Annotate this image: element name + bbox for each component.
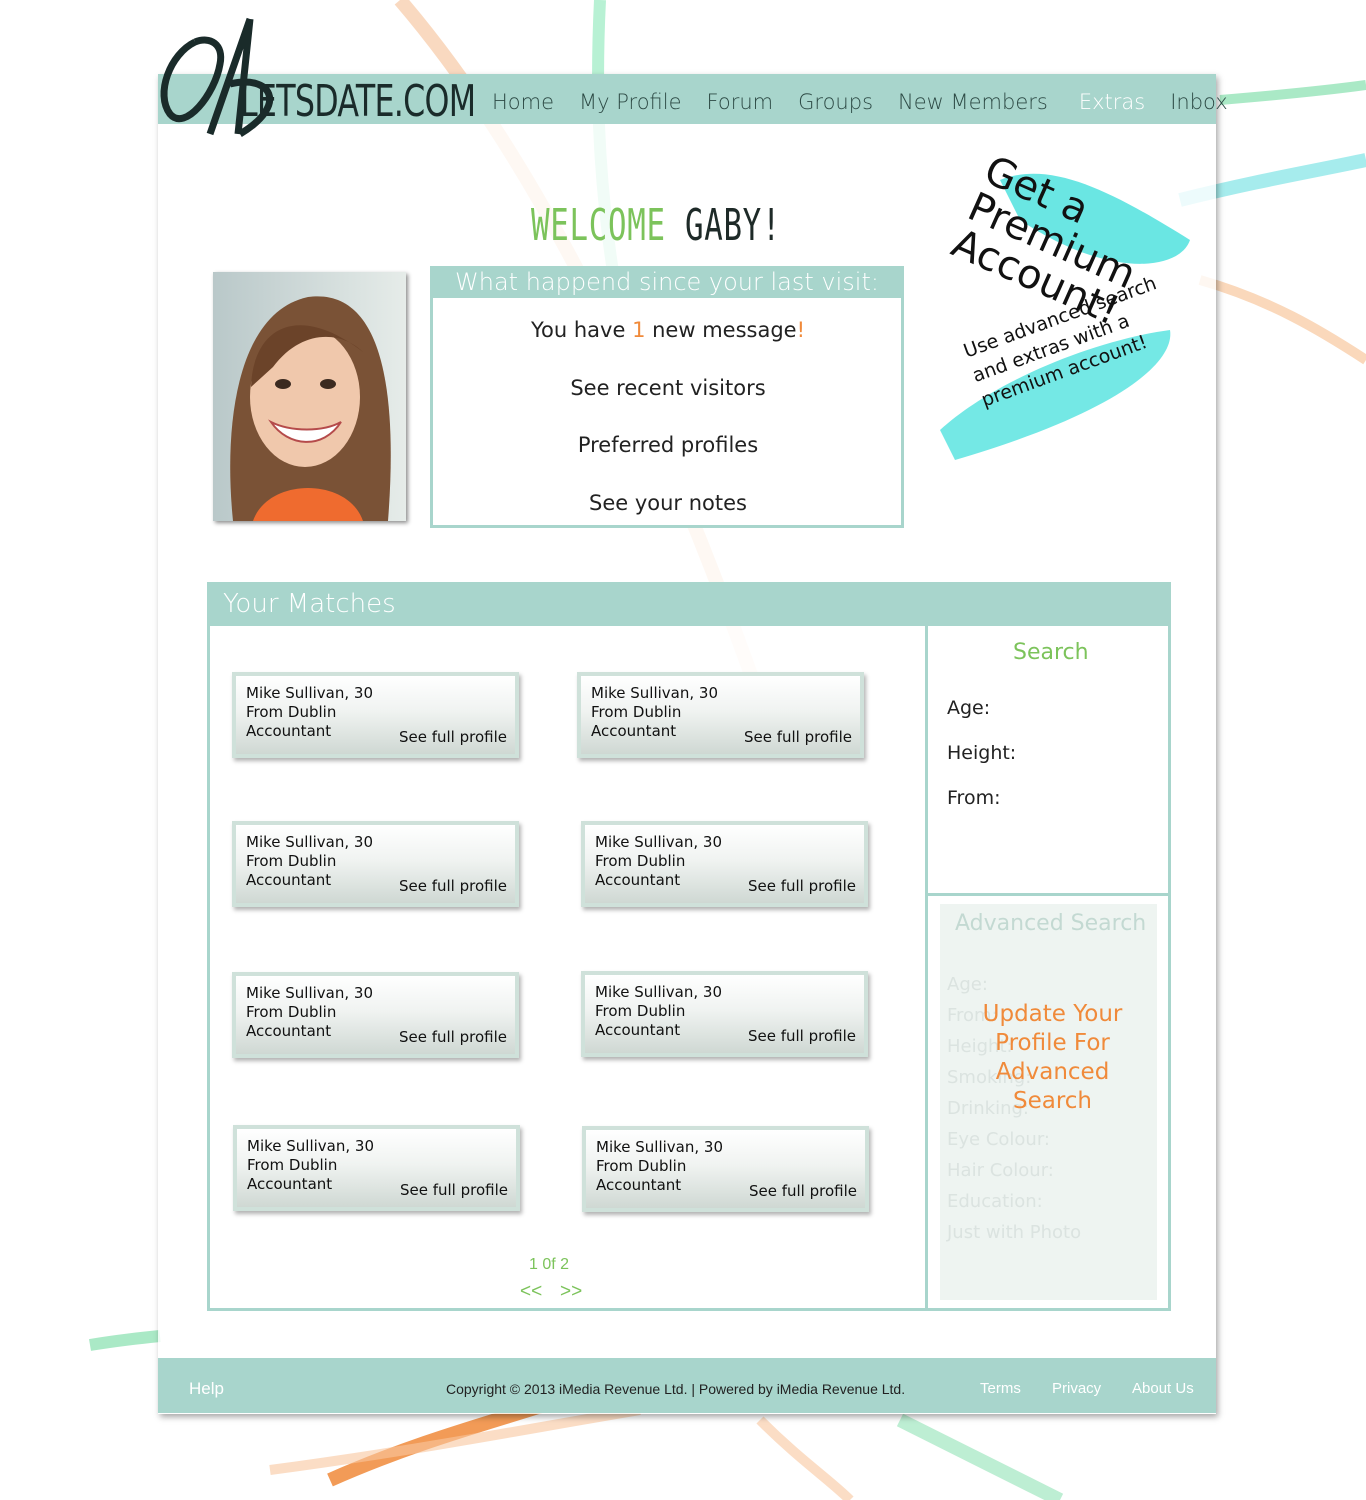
match-card[interactable]: Mike Sullivan, 30 From Dublin Accountant… [233,1125,520,1211]
footer-help-link[interactable]: Help [189,1379,224,1399]
adv-hair-colour-field: Hair Colour: [947,1160,1054,1181]
recent-visitors-link[interactable]: See recent visitors [432,376,904,400]
match-name: Mike Sullivan, 30 [246,684,373,702]
adv-age-field: Age: [947,974,988,995]
match-location: From Dublin [596,1157,687,1175]
site-logo-text[interactable]: LETSDATE.COM [240,76,476,127]
match-location: From Dublin [246,1003,337,1021]
see-full-profile-link[interactable]: See full profile [748,877,856,895]
match-name: Mike Sullivan, 30 [247,1137,374,1155]
match-card[interactable]: Mike Sullivan, 30 From Dublin Accountant… [581,821,868,907]
match-location: From Dublin [595,1002,686,1020]
matches-title: Your Matches [223,589,396,619]
adv-just-with-photo-field: Just with Photo [947,1222,1082,1243]
adv-education-field: Education: [947,1191,1043,1212]
match-card[interactable]: Mike Sullivan, 30 From Dublin Accountant… [582,1126,869,1212]
nav-extras[interactable]: Extras [1079,90,1145,114]
matches-search-divider [925,626,928,1311]
match-card[interactable]: Mike Sullivan, 30 From Dublin Accountant… [577,672,864,758]
nav-new-members[interactable]: New Members [898,90,1048,114]
see-full-profile-link[interactable]: See full profile [399,728,507,746]
nav-home[interactable]: Home [492,90,554,114]
your-notes-link[interactable]: See your notes [432,491,904,515]
see-full-profile-link[interactable]: See full profile [399,877,507,895]
welcome-greeting: WELCOME [531,200,666,251]
search-advanced-divider [928,893,1171,896]
search-title: Search [1013,640,1089,665]
update-profile-cta[interactable]: Update Your Profile For Advanced Search [970,1000,1135,1116]
nav-inbox[interactable]: Inbox [1170,90,1227,114]
nav-groups[interactable]: Groups [798,90,873,114]
match-occupation: Accountant [247,1175,333,1193]
match-card[interactable]: Mike Sullivan, 30 From Dublin Accountant… [232,821,519,907]
match-name: Mike Sullivan, 30 [591,684,718,702]
nav-my-profile[interactable]: My Profile [579,90,682,114]
match-location: From Dublin [247,1156,338,1174]
match-location: From Dublin [595,852,686,870]
message-suffix: new message [652,318,797,342]
since-last-visit-title: What happend since your last visit: [430,266,904,298]
see-full-profile-link[interactable]: See full profile [744,728,852,746]
see-full-profile-link[interactable]: See full profile [400,1181,508,1199]
advanced-search-title: Advanced Search [955,911,1147,936]
pagination-prev-button[interactable]: << [520,1281,542,1303]
search-from-field[interactable]: From: [947,787,1000,809]
nav-forum[interactable]: Forum [707,90,774,114]
match-occupation: Accountant [246,1022,332,1040]
search-age-field[interactable]: Age: [947,697,990,719]
pagination-status: 1 0f 2 [529,1256,570,1273]
welcome-username: GABY! [684,200,782,251]
match-card[interactable]: Mike Sullivan, 30 From Dublin Accountant… [581,971,868,1057]
footer-terms-link[interactable]: Terms [980,1380,1021,1397]
welcome-heading: WELCOME GABY! [531,200,781,251]
match-card[interactable]: Mike Sullivan, 30 From Dublin Accountant… [232,972,519,1058]
match-name: Mike Sullivan, 30 [246,984,373,1002]
pagination-next-button[interactable]: >> [560,1281,582,1303]
match-name: Mike Sullivan, 30 [595,983,722,1001]
match-occupation: Accountant [596,1176,682,1194]
see-full-profile-link[interactable]: See full profile [399,1028,507,1046]
match-location: From Dublin [246,703,337,721]
match-name: Mike Sullivan, 30 [596,1138,723,1156]
match-occupation: Accountant [595,871,681,889]
match-occupation: Accountant [246,871,332,889]
match-location: From Dublin [246,852,337,870]
user-avatar[interactable] [213,272,406,521]
main-navigation: Home My Profile Forum Groups New Members… [492,90,1253,114]
footer-about-link[interactable]: About Us [1132,1380,1194,1397]
match-card[interactable]: Mike Sullivan, 30 From Dublin Accountant… [232,672,519,758]
adv-eye-colour-field: Eye Colour: [947,1129,1050,1150]
match-name: Mike Sullivan, 30 [246,833,373,851]
match-occupation: Accountant [591,722,677,740]
footer-copyright: Copyright © 2013 iMedia Revenue Ltd. | P… [446,1381,906,1397]
footer-privacy-link[interactable]: Privacy [1052,1380,1101,1397]
new-message-link[interactable]: You have 1 new message! [432,318,904,342]
match-occupation: Accountant [595,1021,681,1039]
message-prefix: You have [530,318,626,342]
see-full-profile-link[interactable]: See full profile [748,1027,856,1045]
preferred-profiles-link[interactable]: Preferred profiles [432,433,904,457]
message-count: 1 [632,318,646,342]
match-location: From Dublin [591,703,682,721]
see-full-profile-link[interactable]: See full profile [749,1182,857,1200]
match-occupation: Accountant [246,722,332,740]
message-exclamation: ! [796,318,806,342]
search-height-field[interactable]: Height: [947,742,1016,764]
match-name: Mike Sullivan, 30 [595,833,722,851]
